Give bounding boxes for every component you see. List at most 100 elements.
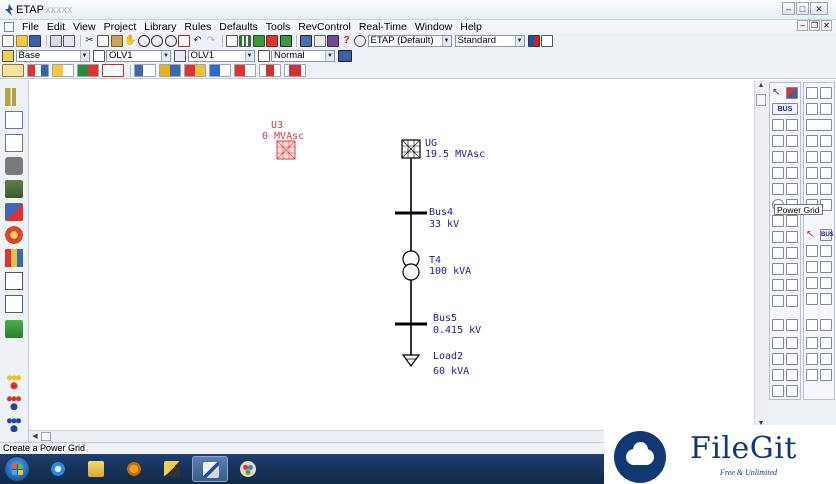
instrument-distance-icon[interactable]	[806, 337, 818, 349]
edit-mode-icon[interactable]	[5, 88, 23, 106]
add-template-icon[interactable]	[279, 34, 292, 47]
composite-network-icon[interactable]	[772, 319, 784, 331]
horizontal-scroll-thumb[interactable]	[41, 432, 51, 441]
transformer-2w-icon[interactable]	[772, 119, 784, 131]
one-line-diagram-canvas[interactable]: U3 0 MVAsc UG 19.5 MVAsc Bus4 33 kV T4 1…	[29, 80, 754, 430]
document-icon[interactable]	[4, 21, 14, 32]
meter-icon[interactable]	[786, 295, 798, 307]
dc-motor-icon[interactable]	[820, 151, 832, 163]
ground-icon[interactable]	[772, 337, 784, 349]
configuration-select[interactable]: ETAP (Default) ▼	[367, 34, 452, 47]
menu-tools[interactable]: Tools	[262, 21, 295, 33]
presentation-select[interactable]: OLV1 ▼	[106, 49, 171, 62]
theme-icon[interactable]	[300, 34, 312, 47]
menu-library[interactable]: Library	[140, 21, 180, 33]
power-grid-u3[interactable]: U3 0 MVAsc	[262, 120, 304, 160]
instrument-reverse-icon[interactable]	[806, 353, 818, 365]
reactor-icon[interactable]	[772, 151, 784, 163]
print-preview-icon[interactable]	[63, 34, 75, 47]
load-flow-button[interactable]	[27, 64, 49, 77]
doc-close-button[interactable]: ✕	[821, 20, 832, 31]
dc-battery-icon[interactable]	[806, 151, 818, 163]
doc-restore-button[interactable]: ❐	[809, 20, 820, 31]
network-diamonds-icon[interactable]	[5, 373, 23, 389]
grid-icon[interactable]	[239, 34, 251, 47]
pv-array-icon[interactable]	[786, 353, 798, 365]
instrument-solid-state-icon[interactable]	[820, 353, 832, 365]
cable-mode-icon[interactable]	[5, 320, 23, 338]
pt-icon[interactable]	[772, 295, 784, 307]
instrument-pointer-icon[interactable]: ↖	[806, 229, 818, 241]
fuse-icon[interactable]	[786, 167, 798, 179]
minimize-button[interactable]: –	[782, 2, 795, 15]
instrument-interlock-icon[interactable]	[820, 369, 832, 381]
mov-icon[interactable]	[772, 215, 784, 227]
help-icon[interactable]: ?	[341, 35, 353, 47]
contactor-icon[interactable]	[786, 247, 798, 259]
taskbar-etap[interactable]	[192, 456, 228, 482]
transient-mode-icon[interactable]	[5, 203, 23, 221]
menu-file[interactable]: File	[18, 21, 43, 33]
dc-cable-icon[interactable]	[806, 135, 818, 147]
composite-motor-icon[interactable]	[786, 319, 798, 331]
short-circuit-button[interactable]	[52, 64, 74, 77]
transformer-t4[interactable]: T4 100 kVA	[402, 250, 471, 281]
color-theme-icon[interactable]	[527, 34, 540, 47]
close-button[interactable]: ✕	[810, 2, 828, 15]
ground-grid-mode-icon[interactable]	[5, 295, 23, 313]
diagram-select[interactable]: OLV1 ▼	[187, 49, 255, 62]
reliability-mode-icon[interactable]	[5, 249, 23, 267]
network-group-icon[interactable]	[5, 416, 23, 432]
filter-icon[interactable]	[786, 231, 798, 243]
display-select[interactable]: Normal ▼	[271, 49, 335, 62]
load-flow-mode-icon[interactable]	[5, 111, 23, 129]
taskbar-paint[interactable]	[154, 456, 190, 482]
cable-icon[interactable]	[772, 135, 784, 147]
check-continuity-icon[interactable]	[252, 34, 265, 47]
new-icon[interactable]	[2, 34, 14, 47]
transformer-3w-icon[interactable]	[786, 119, 798, 131]
diagram-icon[interactable]	[174, 49, 186, 62]
cable-sizing-button[interactable]	[284, 64, 306, 77]
instrument-directional-icon[interactable]	[820, 337, 832, 349]
harmonic-mode-icon[interactable]	[5, 180, 23, 198]
vertical-scroll-thumb[interactable]	[756, 94, 766, 106]
start-button[interactable]	[4, 456, 30, 482]
capacitor-icon[interactable]	[772, 231, 784, 243]
instrument-ct-icon[interactable]	[806, 245, 818, 257]
dc-breaker-icon[interactable]	[806, 183, 818, 195]
dc-converter-icon[interactable]	[820, 167, 832, 179]
dc-close-icon[interactable]	[820, 87, 832, 99]
wind-turbine-icon[interactable]	[772, 353, 784, 365]
vertical-scrollbar[interactable]: ▲ ▼	[754, 80, 767, 430]
taskbar-file-explorer[interactable]	[78, 456, 114, 482]
static-load-icon[interactable]	[786, 215, 798, 227]
dc-mode-icon[interactable]	[5, 272, 23, 290]
network-blue-icon[interactable]	[5, 394, 23, 410]
mode-select[interactable]: Base ▼	[15, 49, 90, 62]
relay-icon[interactable]	[772, 279, 784, 291]
instrument-voltage-relay-icon[interactable]	[820, 319, 832, 331]
settings-icon[interactable]	[354, 34, 366, 47]
zoom-in-icon[interactable]	[137, 34, 150, 47]
doc-minimize-button[interactable]: –	[797, 20, 808, 31]
standard-select[interactable]: Standard ▼	[454, 34, 525, 47]
save-icon[interactable]	[29, 34, 41, 47]
power-grid-ug[interactable]: UG 19.5 MVAsc	[401, 138, 485, 160]
vfd-icon[interactable]	[786, 385, 798, 397]
unbalanced-flow-button[interactable]	[234, 64, 256, 77]
load-load2[interactable]: Load2 60 kVA	[401, 351, 469, 377]
instrument-tag-icon[interactable]	[806, 369, 818, 381]
menu-window[interactable]: Window	[411, 21, 456, 33]
zoom-extents-icon[interactable]	[178, 34, 190, 47]
zoom-fit-icon[interactable]	[164, 34, 177, 47]
instrument-overcurrent-icon[interactable]	[806, 293, 818, 305]
ct-icon[interactable]	[786, 279, 798, 291]
dc-bus-icon[interactable]	[806, 103, 818, 115]
impedance-icon[interactable]	[786, 151, 798, 163]
redo-icon[interactable]: ↷	[205, 35, 217, 47]
instrument-ammeter-icon[interactable]	[806, 261, 818, 273]
generator-icon[interactable]	[786, 183, 798, 195]
instrument-pt-icon[interactable]	[820, 245, 832, 257]
menu-project[interactable]: Project	[100, 21, 141, 33]
